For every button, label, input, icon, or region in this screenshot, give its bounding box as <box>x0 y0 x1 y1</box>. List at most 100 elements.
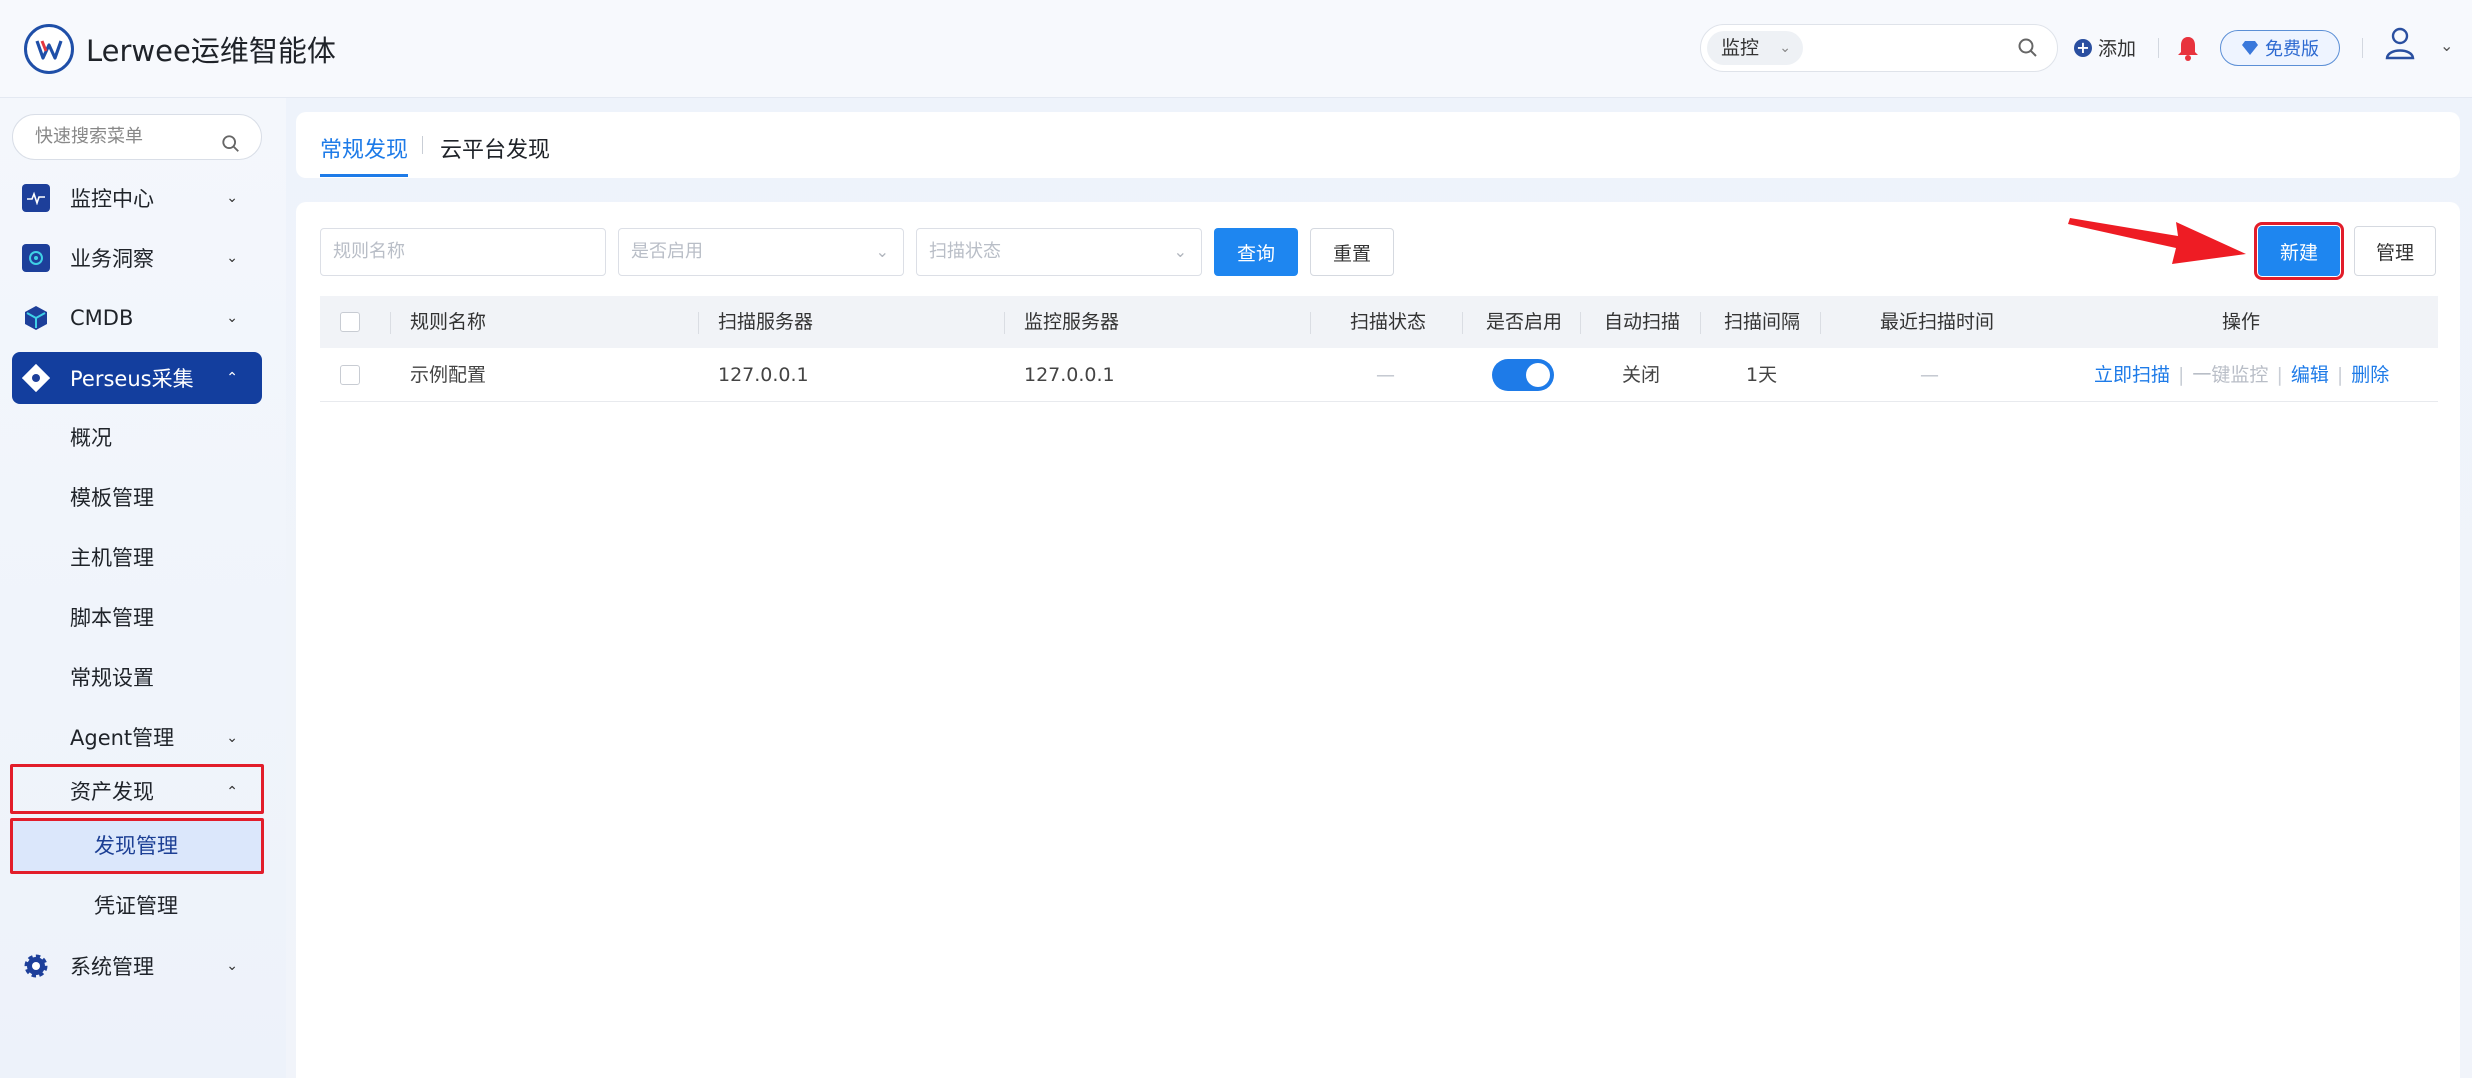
search-icon[interactable] <box>221 127 241 171</box>
chevron-down-icon: ⌄ <box>226 730 238 746</box>
sidebar-item-template-management[interactable]: 模板管理 <box>12 472 262 524</box>
cube-icon <box>22 304 50 332</box>
sidebar-item-overview[interactable]: 概况 <box>12 412 262 464</box>
sidebar-item-label: CMDB <box>70 306 134 330</box>
sidebar-item-host-management[interactable]: 主机管理 <box>12 532 262 584</box>
app-title: Lerwee运维智能体 <box>86 34 336 68</box>
highlight-box <box>10 818 264 874</box>
select-all-checkbox[interactable] <box>340 312 360 332</box>
search-icon[interactable] <box>2017 37 2039 63</box>
insight-icon <box>22 244 50 272</box>
sidebar-item-system-management[interactable]: 系统管理 ⌄ <box>12 940 262 992</box>
scan-status-select[interactable]: 扫描状态 ⌄ <box>916 228 1202 276</box>
action-divider: | <box>2276 364 2283 386</box>
enabled-placeholder: 是否启用 <box>631 241 703 262</box>
new-button[interactable]: 新建 <box>2254 222 2344 280</box>
manage-button[interactable]: 管理 <box>2354 226 2436 276</box>
menu-search-placeholder: 快速搜索菜单 <box>35 126 143 147</box>
sidebar-item-label: 监控中心 <box>70 187 154 211</box>
chevron-down-icon: ⌄ <box>226 310 238 326</box>
sidebar-item-cmdb[interactable]: CMDB ⌄ <box>12 292 262 344</box>
chevron-up-icon: ⌃ <box>226 370 238 386</box>
sidebar-item-label: 主机管理 <box>70 546 154 570</box>
rule-name-input[interactable]: 规则名称 <box>320 228 606 276</box>
bell-icon[interactable] <box>2176 34 2200 66</box>
action-divider: | <box>2336 364 2344 386</box>
perseus-icon <box>22 364 50 392</box>
scan-now-link[interactable]: 立即扫描 <box>2094 364 2170 386</box>
user-avatar-icon[interactable] <box>2385 26 2415 64</box>
cell-last-scan: — <box>1920 364 1939 386</box>
global-search[interactable]: 监控 ⌄ <box>1700 24 2058 72</box>
column-header-scan-status: 扫描状态 <box>1350 311 1427 333</box>
column-header-enabled: 是否启用 <box>1486 311 1563 333</box>
column-divider <box>698 312 699 334</box>
chevron-down-icon: ⌄ <box>226 250 238 266</box>
sidebar-item-label: 系统管理 <box>70 955 154 979</box>
table-header: 规则名称 扫描服务器 监控服务器 扫描状态 是否启用 自动扫描 扫描间隔 最近扫… <box>320 296 2438 348</box>
sidebar-item-monitor-center[interactable]: 监控中心 ⌄ <box>12 172 262 224</box>
delete-link[interactable]: 删除 <box>2351 364 2389 386</box>
tab-divider <box>422 136 423 154</box>
chevron-down-icon: ⌄ <box>875 242 889 261</box>
column-header-monitor-server: 监控服务器 <box>1024 311 1120 333</box>
sidebar-item-label: Perseus采集 <box>70 367 194 391</box>
column-divider <box>1310 312 1311 334</box>
cell-auto-scan: 关闭 <box>1622 364 1661 386</box>
tab-bar: 常规发现 云平台发现 <box>296 112 2460 178</box>
menu-search-input[interactable]: 快速搜索菜单 <box>12 114 262 160</box>
plan-badge[interactable]: 免费版 <box>2220 30 2340 66</box>
one-click-monitor-link[interactable]: 一键监控 <box>2192 364 2268 386</box>
sidebar-item-label: 脚本管理 <box>70 606 154 630</box>
sidebar-item-general-settings[interactable]: 常规设置 <box>12 652 262 704</box>
tab-cloud-discovery[interactable]: 云平台发现 <box>440 132 550 164</box>
cell-scan-server: 127.0.0.1 <box>718 364 809 386</box>
sidebar-item-label: 业务洞察 <box>70 247 154 271</box>
highlight-box <box>10 764 264 814</box>
sidebar-item-label: 概况 <box>70 426 112 450</box>
chevron-down-icon: ⌄ <box>226 958 238 974</box>
cell-actions: 立即扫描 | 一键监控 | 编辑 | 删除 <box>2094 348 2389 402</box>
column-divider <box>390 312 391 334</box>
edit-link[interactable]: 编辑 <box>2291 364 2329 386</box>
tab-regular-discovery[interactable]: 常规发现 <box>320 132 409 177</box>
divider <box>2158 38 2159 58</box>
plus-circle-icon: + <box>2074 38 2092 57</box>
column-header-interval: 扫描间隔 <box>1724 311 1801 333</box>
add-label: 添加 <box>2098 38 2137 60</box>
table-row: 示例配置 127.0.0.1 127.0.0.1 — 关闭 1天 — 立即扫描 |… <box>320 348 2438 402</box>
rule-name-placeholder: 规则名称 <box>333 241 405 262</box>
reset-button[interactable]: 重置 <box>1310 228 1394 276</box>
scan-status-placeholder: 扫描状态 <box>929 241 1001 262</box>
cell-scan-status: — <box>1376 364 1395 386</box>
sidebar-item-label: Agent管理 <box>70 726 175 750</box>
search-scope-select[interactable]: 监控 ⌄ <box>1707 31 1803 65</box>
column-header-name: 规则名称 <box>410 311 487 333</box>
query-button[interactable]: 查询 <box>1214 228 1298 276</box>
lerwee-logo-icon[interactable] <box>24 24 74 74</box>
column-divider <box>1462 312 1463 334</box>
action-divider: | <box>2178 364 2185 386</box>
row-checkbox[interactable] <box>340 365 360 385</box>
sidebar-item-label: 常规设置 <box>70 666 154 690</box>
cell-name: 示例配置 <box>410 364 487 386</box>
column-header-scan-server: 扫描服务器 <box>718 311 814 333</box>
enabled-select[interactable]: 是否启用 ⌄ <box>618 228 904 276</box>
sidebar-item-business-insight[interactable]: 业务洞察 ⌄ <box>12 232 262 284</box>
sidebar-item-perseus[interactable]: Perseus采集 ⌃ <box>12 352 262 404</box>
chevron-down-icon[interactable]: ⌄ <box>2440 36 2453 55</box>
sidebar-item-credential-management[interactable]: 凭证管理 <box>12 880 262 932</box>
add-button[interactable]: + 添加 <box>2074 34 2136 61</box>
sidebar-item-agent-management[interactable]: Agent管理 ⌄ <box>12 712 262 764</box>
chevron-down-icon: ⌄ <box>1779 40 1791 56</box>
chevron-down-icon: ⌄ <box>226 190 238 206</box>
column-header-actions: 操作 <box>2222 311 2261 333</box>
column-divider <box>1820 312 1821 334</box>
column-divider <box>1004 312 1005 334</box>
enabled-toggle[interactable] <box>1492 359 1554 391</box>
monitor-icon <box>22 184 50 212</box>
search-scope-label: 监控 <box>1721 37 1760 59</box>
sidebar-item-script-management[interactable]: 脚本管理 <box>12 592 262 644</box>
cell-monitor-server: 127.0.0.1 <box>1024 364 1115 386</box>
cell-interval: 1天 <box>1746 364 1778 386</box>
